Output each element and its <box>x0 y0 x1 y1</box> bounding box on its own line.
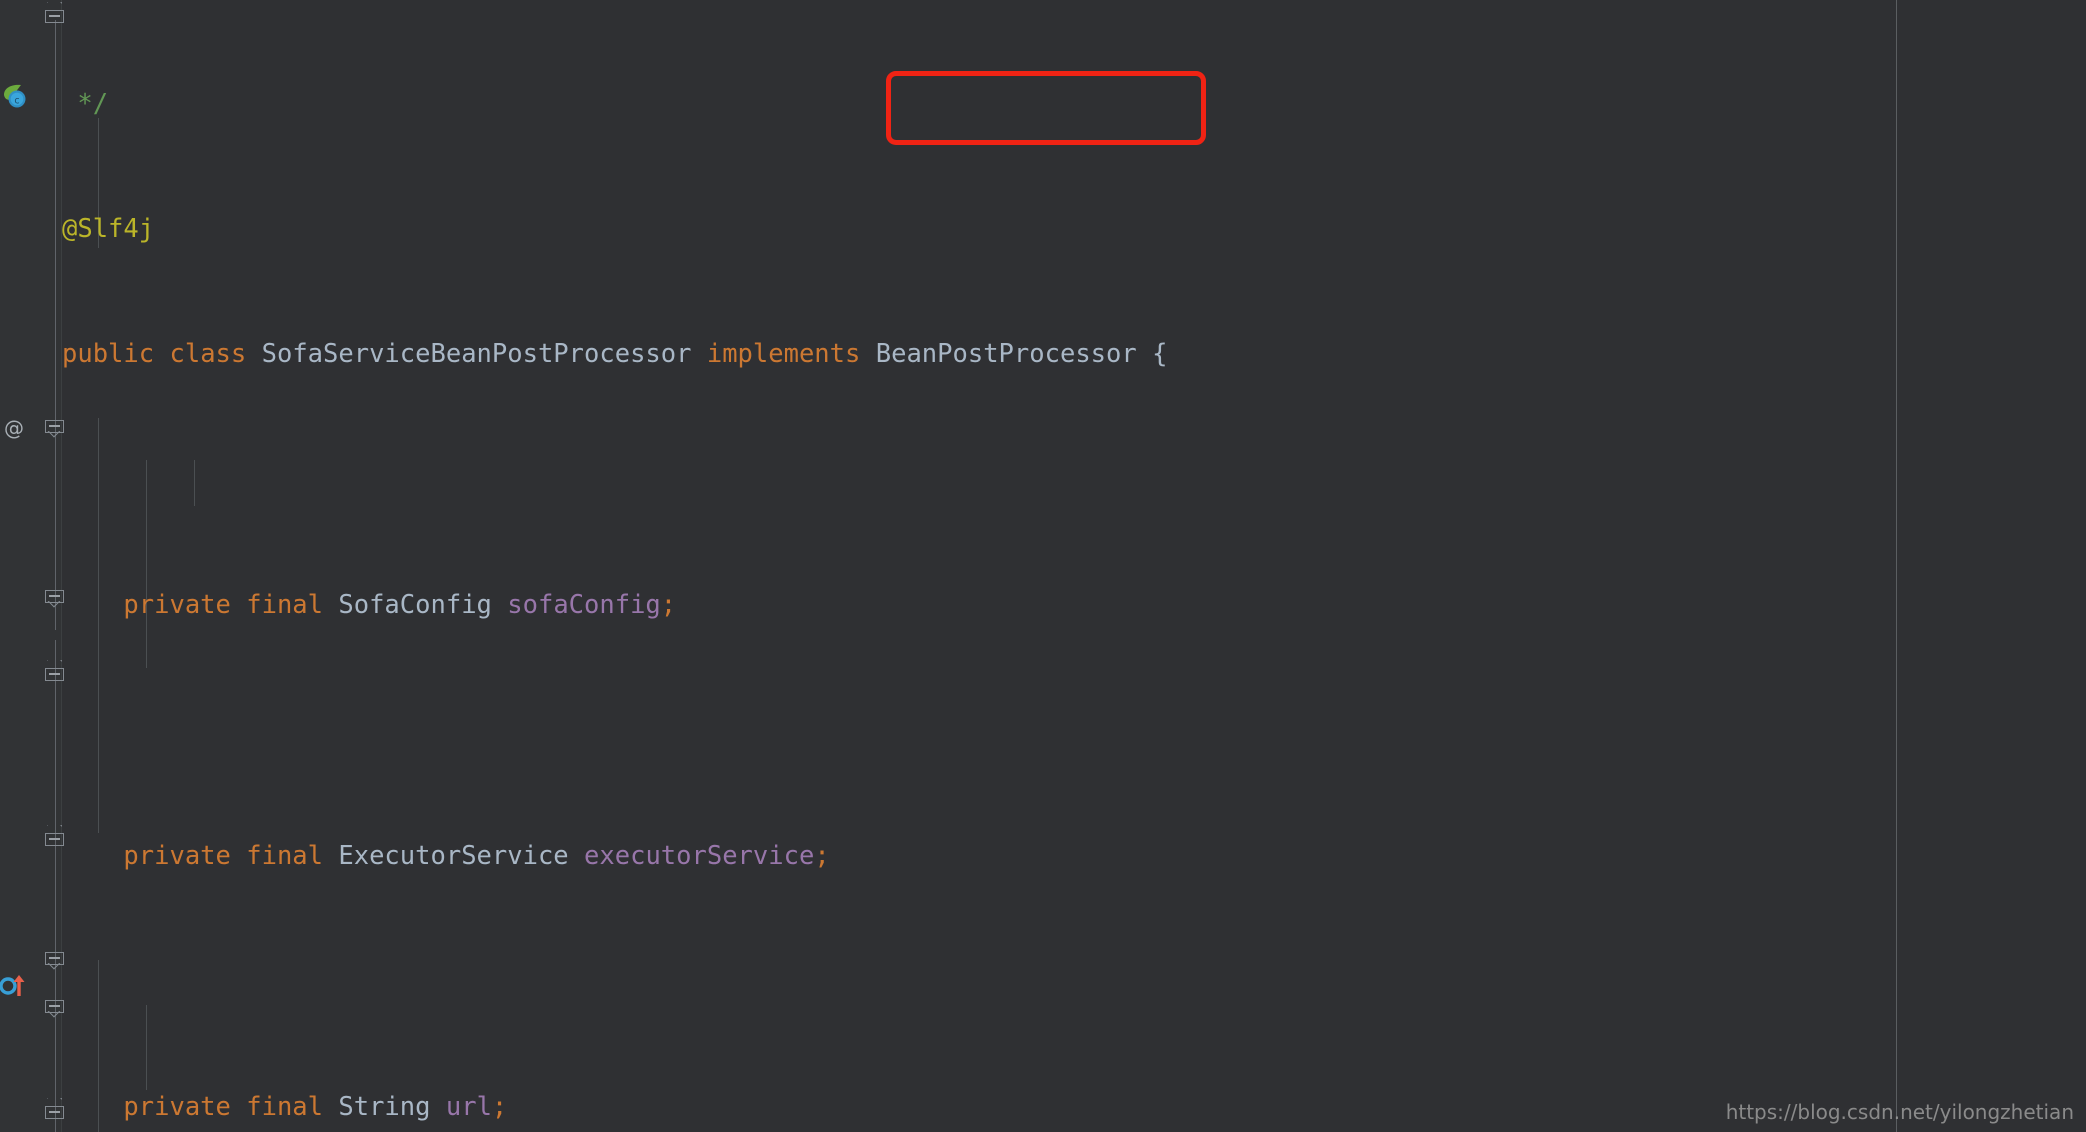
code-token-comment: */ <box>62 88 109 119</box>
svg-text:c: c <box>14 96 19 107</box>
editor-icon-gutter[interactable] <box>0 0 34 1132</box>
implementing-method-icon[interactable] <box>0 972 32 1002</box>
code-token-annotation: @Slf4j <box>62 213 155 244</box>
fold-rail-class <box>55 20 56 630</box>
code-editor[interactable]: c @ */ @Slf4j public class SofaServiceBe… <box>0 0 2086 1132</box>
code-token-beanpostprocessor: BeanPostProcessor <box>875 339 1137 370</box>
fold-rail-method <box>55 640 56 1132</box>
code-line[interactable]: private final ExecutorService executorSe… <box>62 836 2031 878</box>
source-code[interactable]: */ @Slf4j public class SofaServiceBeanPo… <box>62 0 2031 1132</box>
spring-bean-icon[interactable]: c <box>1 82 31 114</box>
code-line[interactable]: @Slf4j <box>62 209 2031 251</box>
code-line[interactable]: public class SofaServiceBeanPostProcesso… <box>62 334 2031 376</box>
watermark: https://blog.csdn.net/yilongzhetian <box>1725 1100 2074 1124</box>
code-text-area[interactable]: */ @Slf4j public class SofaServiceBeanPo… <box>62 0 2086 1132</box>
code-line[interactable]: */ <box>62 84 2031 126</box>
annotation-at-icon[interactable]: @ <box>4 418 24 438</box>
code-line[interactable]: private final SofaConfig sofaConfig; <box>62 585 2031 627</box>
